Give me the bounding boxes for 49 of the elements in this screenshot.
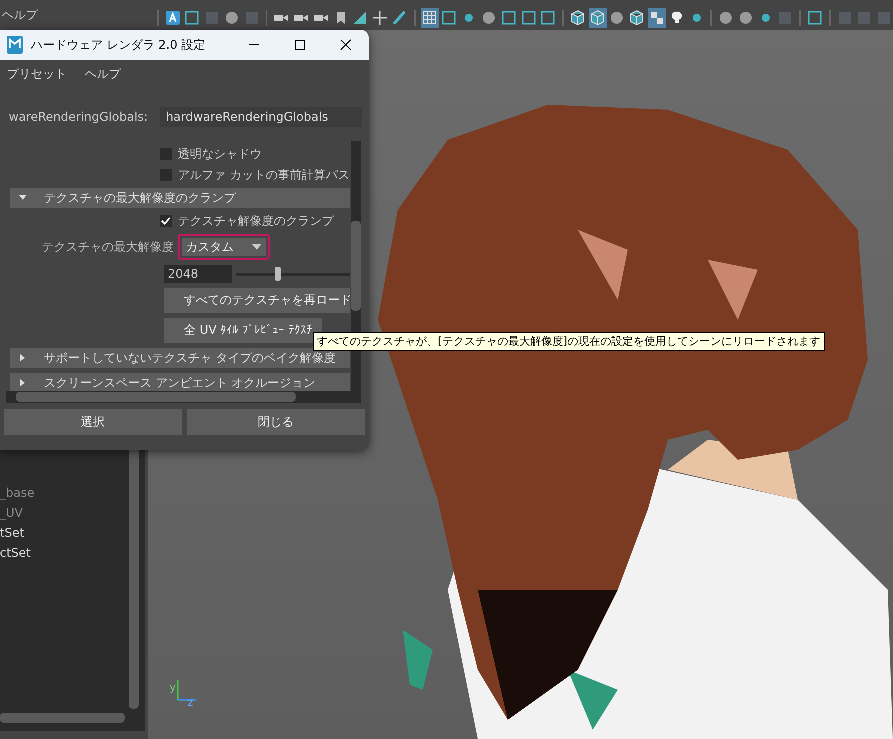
grid-icon[interactable] <box>420 8 438 28</box>
size-field[interactable]: 2048 <box>164 265 232 283</box>
checker-icon[interactable] <box>648 8 666 28</box>
menu-item[interactable]: ヘルプ <box>2 6 38 24</box>
toolbar-separator <box>414 10 416 26</box>
slider-thumb[interactable] <box>274 266 281 280</box>
toolbar-separator <box>828 10 831 26</box>
toolbar-separator <box>157 10 159 26</box>
cube-icon[interactable] <box>588 8 607 28</box>
action-button[interactable]: すべてのテクスチャを再ロード <box>164 288 350 313</box>
toolbar-separator <box>799 10 802 26</box>
toolbar-separator <box>710 10 712 26</box>
checkbox-label: テクスチャ解像度のクランプ <box>178 212 334 230</box>
axis-label: y <box>170 683 176 694</box>
toolbar-separator <box>562 10 564 26</box>
checkbox[interactable] <box>160 169 172 181</box>
toolbar-separator <box>266 10 268 26</box>
field-label: テクスチャの最大解像度 <box>42 238 174 256</box>
scrollbar[interactable] <box>351 141 361 391</box>
outliner-item[interactable]: _base <box>0 485 145 501</box>
footer-button[interactable]: 選択 <box>4 409 182 435</box>
section-header[interactable]: スクリーンスペース アンビエント オクルージョン <box>10 373 350 391</box>
node-name-field[interactable]: hardwareRenderingGlobals <box>160 107 362 127</box>
outliner-item[interactable]: tSet <box>0 525 145 541</box>
cube-icon[interactable] <box>568 8 587 28</box>
caret-icon <box>252 244 262 250</box>
outliner-item[interactable]: ctSet <box>0 545 145 561</box>
scrollbar[interactable] <box>6 391 361 403</box>
resolution-dropdown[interactable]: カスタム <box>182 238 266 256</box>
node-label: wareRenderingGlobals: <box>9 110 148 124</box>
outliner-item[interactable]: _UV <box>0 505 145 521</box>
cube-icon[interactable] <box>628 8 646 28</box>
tooltip: すべてのテクスチャが、[テクスチャの最大解像度]の現在の設定を使用してシーンにリロードされます <box>313 332 825 351</box>
axis-label: z <box>188 698 194 709</box>
section-header[interactable]: テクスチャの最大解像度のクランプ <box>10 188 350 208</box>
checkbox[interactable] <box>160 215 172 227</box>
checkbox-label: アルファ カットの事前計算パス <box>178 166 350 184</box>
menu-item[interactable]: プリセット <box>7 66 67 83</box>
checkbox-label: 透明なシャドウ <box>178 146 262 162</box>
app-logo-icon <box>7 36 23 54</box>
axis-icon <box>177 679 197 701</box>
section-header[interactable]: サポートしていないテクスチャ タイプのベイク解像度 <box>10 348 350 368</box>
window-title: ハードウェア レンダラ 2.0 設定 <box>31 36 207 54</box>
checkbox[interactable] <box>160 148 172 160</box>
scrollbar[interactable] <box>0 713 125 723</box>
letter-a-icon[interactable] <box>164 8 182 28</box>
footer-button[interactable]: 閉じる <box>187 409 365 435</box>
crosshair-icon[interactable] <box>371 8 390 28</box>
menu-item[interactable]: ヘルプ <box>85 66 121 83</box>
